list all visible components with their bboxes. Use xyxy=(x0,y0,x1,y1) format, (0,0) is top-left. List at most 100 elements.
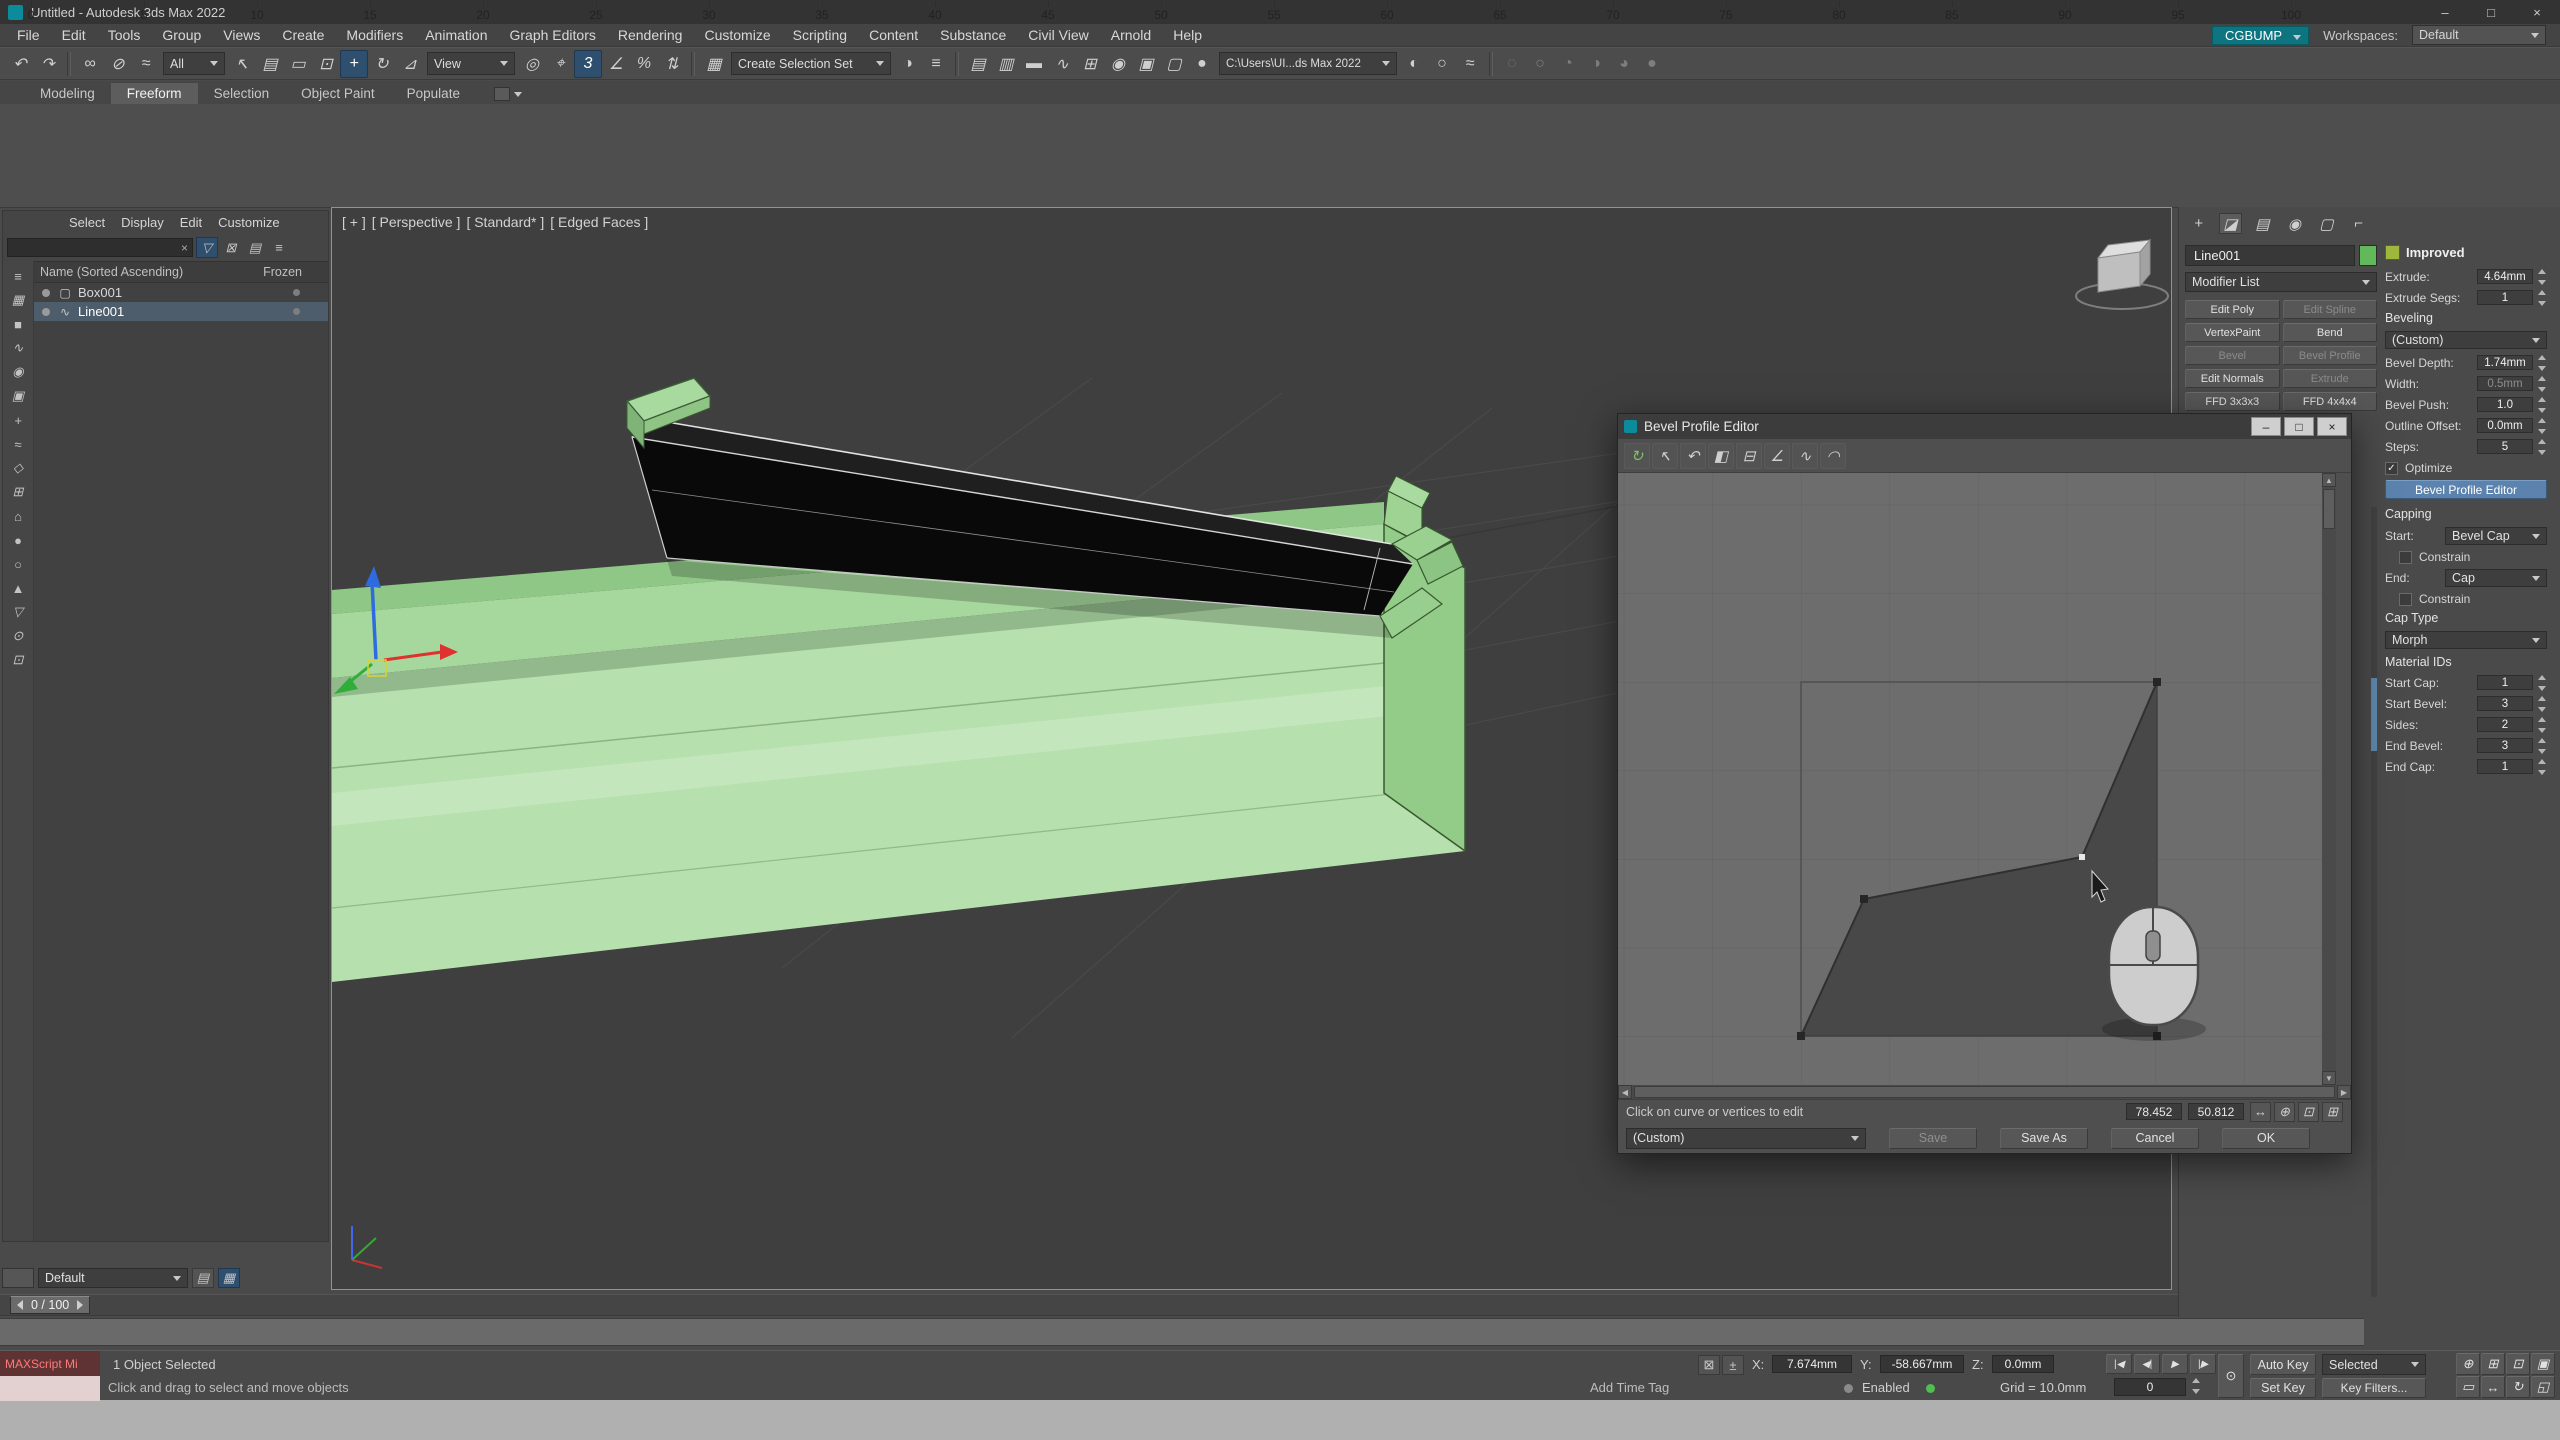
display-lights-icon[interactable]: ◉ xyxy=(7,361,29,383)
track-bar[interactable] xyxy=(0,1318,2364,1346)
display-shapes-icon[interactable]: ∿ xyxy=(7,337,29,359)
display-spacewarps-icon[interactable]: ≈ xyxy=(7,433,29,455)
dialog-minimize-button[interactable]: – xyxy=(2251,417,2281,436)
zoom-icon[interactable]: ⊕ xyxy=(2274,1102,2295,1122)
modifier-button[interactable]: Edit Poly xyxy=(2185,300,2280,319)
menu-item[interactable]: Help xyxy=(1162,27,1213,43)
modifier-button[interactable]: FFD 4x4x4 xyxy=(2283,392,2378,411)
parameter-value-field[interactable]: 5 xyxy=(2477,439,2533,454)
menu-item[interactable]: Substance xyxy=(929,27,1017,43)
explorer-menu-item[interactable]: Display xyxy=(113,215,172,230)
project-path-combo[interactable]: C:\Users\UI...ds Max 2022 xyxy=(1219,52,1397,75)
safe-frames-toggle-icon[interactable]: ● xyxy=(1638,50,1666,78)
modifier-button[interactable]: Extrude xyxy=(2283,369,2378,388)
profile-vertex[interactable] xyxy=(1797,1032,1805,1040)
mirror-vertical-icon[interactable]: ⊟ xyxy=(1736,443,1762,469)
mirror-icon[interactable]: ◑ xyxy=(894,50,922,78)
spinner[interactable] xyxy=(2536,290,2547,306)
exposure-toggle-icon[interactable]: ◑ xyxy=(1582,50,1610,78)
motion-tab-icon[interactable]: ◉ xyxy=(2283,213,2306,234)
explorer-lock-icon[interactable]: ⊡ xyxy=(7,649,29,671)
filter-icon[interactable]: ▽ xyxy=(196,237,218,258)
spinner-snap-icon[interactable]: ⇅ xyxy=(658,50,686,78)
spinner[interactable] xyxy=(2536,376,2547,392)
brand-dropdown[interactable]: CGBUMP xyxy=(2212,26,2309,45)
go-to-start-button[interactable]: |◀ xyxy=(2106,1354,2132,1374)
parameter-value-field[interactable]: 0.0mm xyxy=(2477,418,2533,433)
vertical-scrollbar[interactable]: ▲ ▼ xyxy=(2322,473,2336,1085)
modifier-button[interactable]: VertexPaint xyxy=(2185,323,2280,342)
parameter-value-field[interactable]: 1 xyxy=(2477,290,2533,305)
start-constrain-checkbox[interactable] xyxy=(2399,551,2412,564)
dialog-maximize-button[interactable]: □ xyxy=(2284,417,2314,436)
render-production-icon[interactable]: ● xyxy=(1188,50,1216,78)
background-toggle-icon[interactable]: ◕ xyxy=(1610,50,1638,78)
filter-combinations-icon[interactable]: ▽ xyxy=(7,601,29,623)
spinner[interactable] xyxy=(2536,397,2547,413)
pan-icon[interactable]: ↔ xyxy=(2481,1376,2505,1398)
menu-item[interactable]: Views xyxy=(212,27,271,43)
corner-vertex-icon[interactable]: ∠ xyxy=(1764,443,1790,469)
clear-search-icon[interactable]: × xyxy=(181,241,188,255)
list-view-icon[interactable]: ▤ xyxy=(192,1268,214,1288)
panel-scrollbar[interactable] xyxy=(2371,507,2377,1297)
display-cameras-icon[interactable]: ▣ xyxy=(7,385,29,407)
beveling-preset-dropdown[interactable]: (Custom) xyxy=(2385,331,2547,349)
window-crossing-icon[interactable]: ⊡ xyxy=(312,50,340,78)
frozen-column-header[interactable]: Frozen xyxy=(263,265,322,279)
menu-item[interactable]: Group xyxy=(151,27,212,43)
object-color-swatch[interactable] xyxy=(2359,245,2377,266)
zoom-region-icon[interactable]: ▭ xyxy=(2456,1376,2480,1398)
spinner[interactable] xyxy=(2536,717,2547,733)
selection-set-key-dropdown[interactable]: Selected xyxy=(2322,1354,2426,1375)
horizontal-scrollbar[interactable]: ◀ ▶ xyxy=(1618,1085,2351,1099)
reference-coordinate-dropdown[interactable]: View xyxy=(427,52,515,75)
absolute-mode-icon[interactable]: ± xyxy=(1722,1355,1744,1375)
render-iterative-icon[interactable]: ◐ xyxy=(1400,50,1428,78)
explorer-settings-icon[interactable]: ≡ xyxy=(268,237,290,258)
panel-scrollbar-thumb[interactable] xyxy=(2371,678,2377,751)
optimize-checkbox[interactable] xyxy=(2385,462,2398,475)
rollout-title[interactable]: Improved xyxy=(2406,245,2465,260)
display-frozen-icon[interactable]: ○ xyxy=(7,553,29,575)
select-and-manipulate-icon[interactable]: ⌖ xyxy=(546,50,574,78)
frozen-toggle[interactable] xyxy=(293,308,300,315)
scroll-down-icon[interactable]: ▼ xyxy=(2322,1071,2336,1085)
current-frame-field[interactable]: 0 xyxy=(2114,1378,2186,1396)
scroll-right-icon[interactable]: ▶ xyxy=(2337,1085,2351,1099)
selection-filter-dropdown[interactable]: All xyxy=(163,52,225,75)
create-tab-icon[interactable]: + xyxy=(2187,213,2210,234)
bind-to-space-warp-icon[interactable]: ≈ xyxy=(132,50,160,78)
select-and-move-icon[interactable]: + xyxy=(340,50,368,78)
explorer-menu-item[interactable]: Edit xyxy=(172,215,210,230)
profile-preset-dropdown[interactable]: (Custom) xyxy=(1626,1128,1866,1149)
viewport-label-segment[interactable]: [ + ] xyxy=(342,214,366,230)
layer-color-button[interactable] xyxy=(2,1268,34,1288)
modifier-list-dropdown[interactable]: Modifier List xyxy=(2185,272,2377,292)
angle-snap-icon[interactable]: ∠ xyxy=(602,50,630,78)
new-explorer-icon[interactable]: ▤ xyxy=(244,237,266,258)
frame-spinner[interactable] xyxy=(2190,1378,2201,1394)
orbit-icon[interactable]: ↻ xyxy=(2506,1376,2530,1398)
time-slider[interactable]: 0 / 100 xyxy=(0,1294,2178,1316)
ribbon-tab[interactable]: Modeling xyxy=(24,83,111,104)
display-geometry-icon[interactable]: ■ xyxy=(7,313,29,335)
close-button[interactable]: × xyxy=(2514,0,2560,24)
lighting-toggle-icon[interactable]: ○ xyxy=(1526,50,1554,78)
ribbon-tab[interactable]: Populate xyxy=(391,83,476,104)
menu-item[interactable]: Customize xyxy=(693,27,781,43)
visibility-dot-icon[interactable] xyxy=(42,289,50,297)
hierarchy-tab-icon[interactable]: ▤ xyxy=(2251,213,2274,234)
maxscript-mini-listener[interactable]: MAXScript Mi xyxy=(0,1351,100,1401)
selection-lock-icon[interactable]: ⊠ xyxy=(1698,1355,1720,1375)
smooth-vertex-icon[interactable]: ∿ xyxy=(1792,443,1818,469)
layer-explorer-toggle-icon[interactable]: ▥ xyxy=(992,50,1020,78)
sort-hierarchy-icon[interactable]: ≡ xyxy=(7,265,29,287)
frozen-toggle[interactable] xyxy=(293,289,300,296)
parameter-value-field[interactable]: 1 xyxy=(2477,759,2533,774)
rectangular-selection-icon[interactable]: ▭ xyxy=(284,50,312,78)
modifier-button[interactable]: Edit Normals xyxy=(2185,369,2280,388)
utilities-tab-icon[interactable]: ⌐ xyxy=(2347,213,2370,234)
cap-type-dropdown[interactable]: Morph xyxy=(2385,631,2547,649)
parameter-value-field[interactable]: 3 xyxy=(2477,738,2533,753)
